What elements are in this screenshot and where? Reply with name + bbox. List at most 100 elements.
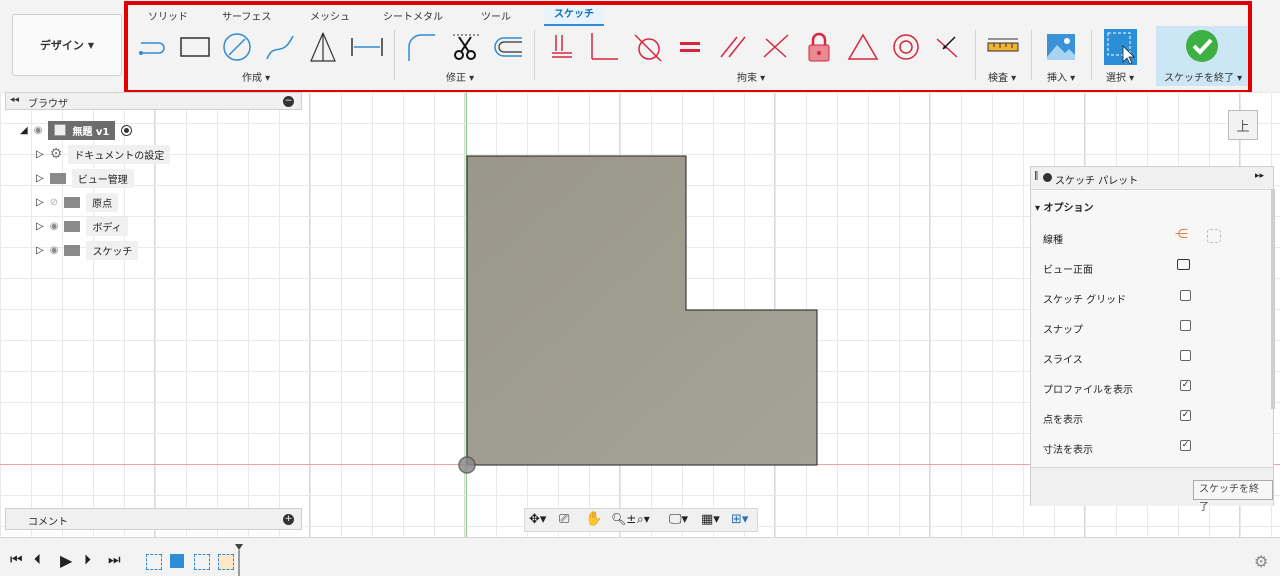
palette-scrollbar[interactable] — [1271, 189, 1275, 409]
root-component-chip[interactable]: 無題 v1 — [48, 120, 116, 140]
timeline-marker[interactable] — [235, 544, 243, 576]
timeline-extrude-icon[interactable] — [170, 554, 184, 568]
viewcube[interactable]: 上 — [1228, 110, 1258, 140]
tab-tools[interactable]: ツール — [481, 8, 511, 23]
tab-solid[interactable]: ソリッド — [148, 8, 188, 23]
display-settings-icon[interactable]: 🖵▾ — [669, 512, 688, 527]
options-section-toggle[interactable]: ▾ オプション — [1035, 199, 1094, 214]
collapse-arrows-icon[interactable]: ◂◂ — [10, 95, 19, 105]
palette-row-slice: スライス — [1043, 351, 1083, 366]
trim-scissors-icon[interactable] — [448, 30, 482, 64]
browser-item-sketches[interactable]: ▷ ◉ スケッチ — [36, 240, 139, 260]
browser-panel-header[interactable]: ◂◂ ブラウザ − — [5, 92, 302, 110]
spline-icon[interactable] — [263, 30, 297, 64]
viewports-icon[interactable]: ⊞▾ — [731, 512, 748, 527]
gear-icon[interactable]: ⚙ — [1254, 552, 1268, 571]
coincident-icon[interactable] — [545, 30, 579, 64]
create-menu[interactable]: 作成 ▾ — [242, 69, 270, 84]
finish-sketch-button[interactable]: スケッチを終了 — [1193, 480, 1273, 513]
comments-panel-header[interactable]: コメント + — [5, 508, 302, 530]
circle-icon[interactable] — [220, 30, 254, 64]
horizontal-vertical-icon[interactable] — [930, 30, 964, 64]
select-box-icon[interactable] — [1103, 29, 1137, 65]
step-forward-icon[interactable]: ⏵ — [84, 552, 91, 568]
timeline-sketch-active-icon[interactable] — [218, 554, 234, 570]
show-dimensions-checkbox[interactable]: ✓ — [1180, 440, 1191, 451]
orbit-icon[interactable]: ✥▾ — [529, 512, 546, 527]
look-at-icon[interactable]: ⎚ — [559, 512, 569, 527]
browser-item-bodies[interactable]: ▷ ◉ ボディ — [36, 216, 128, 236]
minus-circle-icon[interactable]: − — [283, 96, 294, 107]
grid-settings-icon[interactable]: ▦▾ — [701, 512, 720, 527]
slot-icon[interactable] — [136, 30, 170, 64]
browser-item-named-views[interactable]: ▷ ビュー管理 — [36, 168, 134, 188]
slice-checkbox[interactable] — [1180, 350, 1191, 361]
perpendicular-icon[interactable] — [587, 30, 621, 64]
activate-radio-icon[interactable] — [121, 124, 133, 136]
show-profile-checkbox[interactable]: ✓ — [1180, 380, 1191, 391]
expand-arrow-icon[interactable]: ▷ — [36, 245, 44, 256]
expand-arrow-icon[interactable]: ▷ — [36, 149, 44, 160]
timeline-sketch-icon[interactable] — [194, 554, 210, 570]
timeline-bar: ⏮ ⏴ ▶ ⏵ ⏭ ⚙ — [0, 537, 1280, 576]
fillet-icon[interactable] — [404, 30, 438, 64]
fit-view-icon[interactable]: ⌕▾ — [637, 512, 650, 527]
parallel-icon[interactable] — [716, 30, 750, 64]
expand-triangle-icon[interactable]: ◢ — [20, 125, 28, 136]
expand-arrow-icon[interactable]: ▷ — [36, 173, 44, 184]
concentric-icon[interactable] — [889, 30, 923, 64]
checkmark-icon[interactable] — [1185, 29, 1219, 63]
centerline-icon[interactable] — [1207, 229, 1221, 243]
insert-image-icon[interactable] — [1044, 30, 1078, 64]
offset-icon[interactable] — [490, 30, 524, 64]
browser-root-item[interactable]: ◢ ◉ 無題 v1 — [20, 120, 133, 140]
play-icon[interactable]: ▶ — [60, 551, 72, 570]
grip-icon[interactable]: ‖ — [1034, 171, 1039, 181]
row-label: スライス — [1043, 355, 1083, 366]
browser-item-origin[interactable]: ▷ ⊘ 原点 — [36, 192, 119, 212]
expand-arrow-icon[interactable]: ▷ — [36, 197, 44, 208]
browser-item-document-settings[interactable]: ▷ ⚙ ドキュメントの設定 — [36, 144, 171, 164]
eye-icon[interactable]: ◉ — [50, 245, 59, 256]
go-to-end-icon[interactable]: ⏭ — [108, 552, 121, 568]
insert-menu[interactable]: 挿入 ▾ — [1047, 69, 1075, 84]
pan-hand-icon[interactable]: ✋ — [585, 511, 602, 527]
finish-sketch-menu[interactable]: スケッチを終了 ▾ — [1164, 69, 1242, 84]
palette-header[interactable]: ‖ スケッチ パレット ▸▸ — [1031, 167, 1273, 190]
modify-menu[interactable]: 修正 ▾ — [446, 69, 474, 84]
constraints-menu[interactable]: 拘束 ▾ — [737, 69, 765, 84]
measure-ruler-icon[interactable] — [986, 30, 1020, 64]
tab-mesh[interactable]: メッシュ — [310, 8, 350, 23]
collinear-icon[interactable] — [759, 30, 793, 64]
midpoint-triangle-icon[interactable] — [846, 30, 880, 64]
eye-hidden-icon[interactable]: ⊘ — [50, 197, 58, 208]
rectangle-icon[interactable] — [178, 30, 212, 64]
step-back-icon[interactable]: ⏴ — [34, 552, 41, 568]
plus-circle-icon[interactable]: + — [283, 514, 294, 525]
inspect-menu[interactable]: 検査 ▾ — [988, 69, 1016, 84]
select-menu[interactable]: 選択 ▾ — [1106, 69, 1134, 84]
go-to-start-icon[interactable]: ⏮ — [10, 552, 23, 568]
expand-arrow-icon[interactable]: ▷ — [36, 221, 44, 232]
eye-icon[interactable]: ◉ — [34, 125, 43, 136]
inspect-label: 検査 — [988, 73, 1008, 84]
expand-arrows-icon[interactable]: ▸▸ — [1255, 171, 1264, 181]
equal-icon[interactable] — [673, 30, 707, 64]
sketch-grid-checkbox[interactable] — [1180, 290, 1191, 301]
look-at-icon[interactable] — [1177, 259, 1190, 270]
tab-sheet-metal[interactable]: シートメタル — [383, 8, 443, 23]
construction-line-icon[interactable]: ⋲ — [1175, 227, 1188, 242]
mirror-icon[interactable] — [306, 30, 340, 64]
eye-icon[interactable]: ◉ — [50, 221, 59, 232]
timeline-sketch-icon[interactable] — [146, 554, 162, 570]
fix-lock-icon[interactable] — [802, 30, 836, 64]
snap-checkbox[interactable] — [1180, 320, 1191, 331]
show-points-checkbox[interactable]: ✓ — [1180, 410, 1191, 421]
tab-sketch[interactable]: スケッチ — [544, 6, 604, 26]
minus-circle-icon[interactable] — [1043, 173, 1052, 182]
zoom-icon[interactable]: 🔍︎± — [611, 512, 636, 526]
dimension-icon[interactable] — [350, 30, 384, 64]
design-workspace-button[interactable]: デザイン ▼ — [12, 14, 122, 76]
tab-surface[interactable]: サーフェス — [222, 8, 271, 23]
tangent-icon[interactable] — [630, 30, 664, 64]
